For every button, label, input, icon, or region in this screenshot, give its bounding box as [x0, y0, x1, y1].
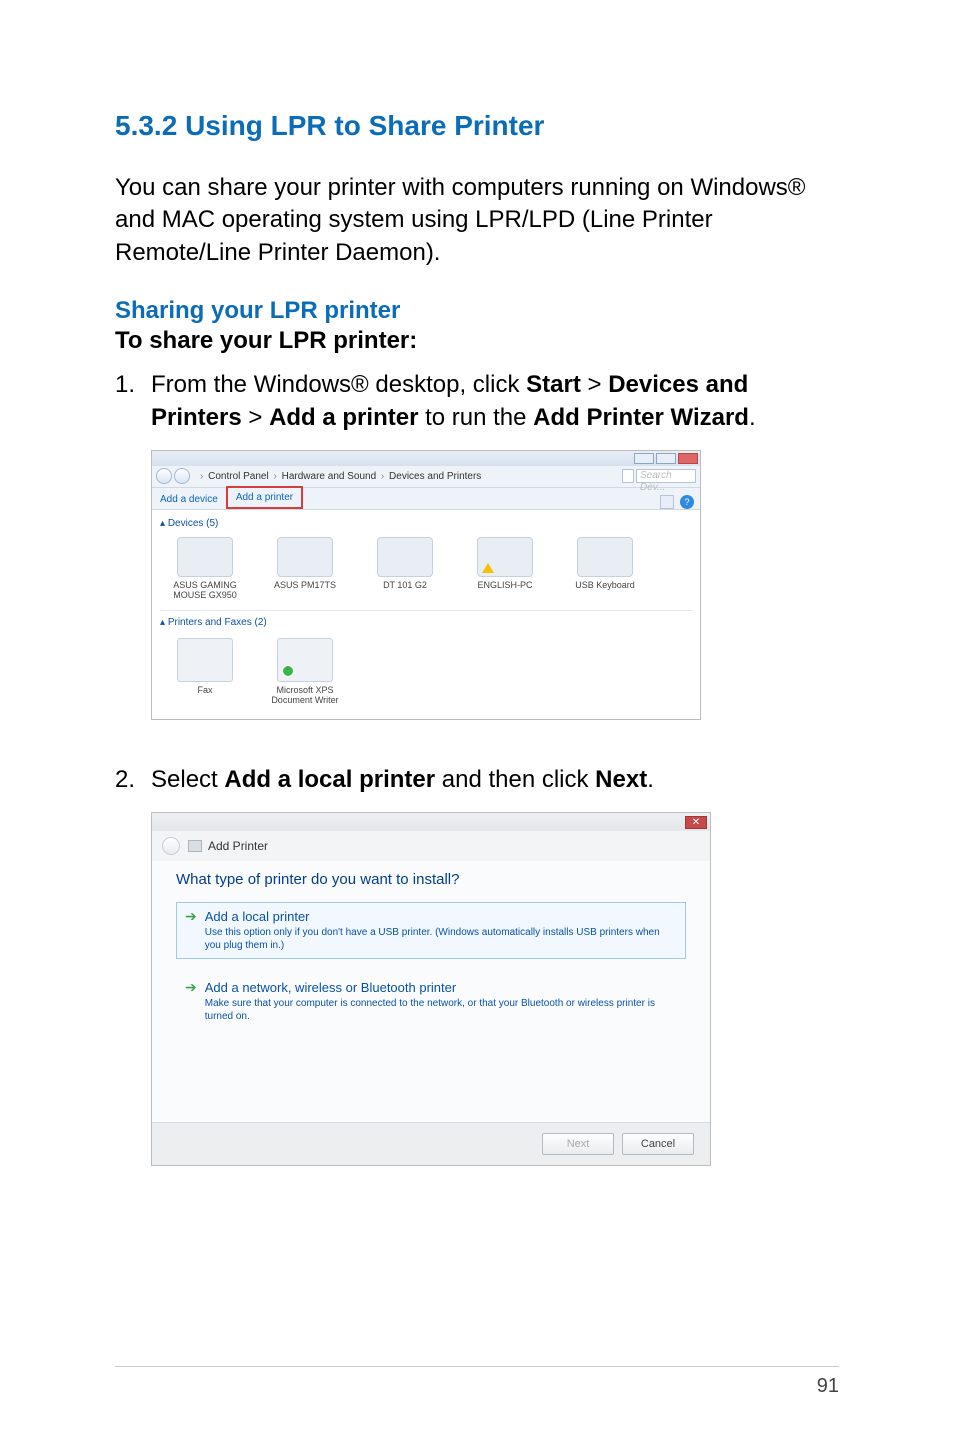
keyboard-icon [577, 537, 633, 577]
section-number: 5.3.2 [115, 110, 177, 141]
section-heading: 5.3.2 Using LPR to Share Printer [115, 110, 839, 142]
window-titlebar [152, 451, 700, 466]
option-desc: Use this option only if you don't have a… [205, 927, 677, 952]
devices-and-printers-window: › Control Panel › Hardware and Sound › D… [151, 450, 701, 720]
minimize-button[interactable] [634, 453, 654, 464]
to-share-subheading: To share your LPR printer: [115, 327, 839, 355]
mouse-icon [177, 537, 233, 577]
fax-icon [177, 638, 233, 682]
printer-icon [277, 638, 333, 682]
forward-button[interactable] [174, 468, 190, 484]
window-title: Add Printer [208, 839, 268, 853]
maximize-button[interactable] [656, 453, 676, 464]
add-printer-link[interactable]: Add a printer [226, 486, 303, 509]
back-button[interactable] [162, 837, 180, 855]
header-row: Add Printer [152, 831, 710, 861]
option-local-printer[interactable]: ➔ Add a local printer Use this option on… [176, 902, 686, 959]
devices-group-title: ▴ Devices (5) [160, 514, 692, 533]
step-2-number: 2. [115, 764, 151, 796]
add-device-link[interactable]: Add a device [152, 490, 226, 509]
toolbar: Add a device Add a printer ? [152, 488, 700, 510]
step-1: 1. From the Windows® desktop, click Star… [115, 369, 839, 434]
printer-item[interactable]: Microsoft XPS Document Writer [266, 638, 344, 705]
option-desc: Make sure that your computer is connecte… [205, 998, 677, 1023]
close-button[interactable] [678, 453, 698, 464]
view-options-button[interactable] [660, 495, 674, 509]
step-1-number: 1. [115, 369, 151, 434]
page-footer: 91 [115, 1366, 839, 1398]
section-title: Using LPR to Share Printer [185, 110, 544, 141]
option-title: Add a local printer [205, 909, 677, 924]
device-item[interactable]: DT 101 G2 [366, 537, 444, 600]
wizard-footer: Next Cancel [152, 1122, 710, 1165]
help-icon[interactable]: ? [680, 495, 694, 509]
option-title: Add a network, wireless or Bluetooth pri… [205, 980, 677, 995]
step-2: 2. Select Add a local printer and then c… [115, 764, 839, 796]
cancel-button[interactable]: Cancel [622, 1133, 694, 1155]
device-item[interactable]: ENGLISH-PC [466, 537, 544, 600]
sharing-heading: Sharing your LPR printer [115, 297, 839, 325]
warning-icon [482, 563, 494, 573]
back-button[interactable] [156, 468, 172, 484]
add-printer-window: ✕ Add Printer What type of printer do yo… [151, 812, 711, 1166]
printers-group-title: ▴ Printers and Faxes (2) [160, 613, 692, 632]
pc-icon [477, 537, 533, 577]
arrow-icon: ➔ [185, 980, 197, 1023]
address-dropdown[interactable] [622, 469, 634, 483]
nav-row: › Control Panel › Hardware and Sound › D… [152, 466, 700, 488]
option-network-printer[interactable]: ➔ Add a network, wireless or Bluetooth p… [176, 973, 686, 1030]
device-item[interactable]: ASUS GAMING MOUSE GX950 [166, 537, 244, 600]
printer-icon [188, 840, 202, 852]
step-1-body: From the Windows® desktop, click Start >… [151, 369, 839, 434]
arrow-icon: ➔ [185, 909, 197, 952]
next-button[interactable]: Next [542, 1133, 614, 1155]
window-titlebar: ✕ [152, 813, 710, 831]
step-2-body: Select Add a local printer and then clic… [151, 764, 839, 796]
breadcrumb[interactable]: › Control Panel › Hardware and Sound › D… [198, 471, 481, 482]
search-input[interactable]: Search Dev... [636, 469, 696, 483]
device-item[interactable]: USB Keyboard [566, 537, 644, 600]
devices-row: ASUS GAMING MOUSE GX950 ASUS PM17TS DT 1… [160, 533, 692, 608]
close-button[interactable]: ✕ [685, 816, 707, 829]
monitor-icon [277, 537, 333, 577]
drive-icon [377, 537, 433, 577]
printer-item[interactable]: Fax [166, 638, 244, 705]
intro-paragraph: You can share your printer with computer… [115, 172, 839, 269]
page-number: 91 [817, 1375, 839, 1397]
device-item[interactable]: ASUS PM17TS [266, 537, 344, 600]
wizard-question: What type of printer do you want to inst… [176, 871, 686, 888]
